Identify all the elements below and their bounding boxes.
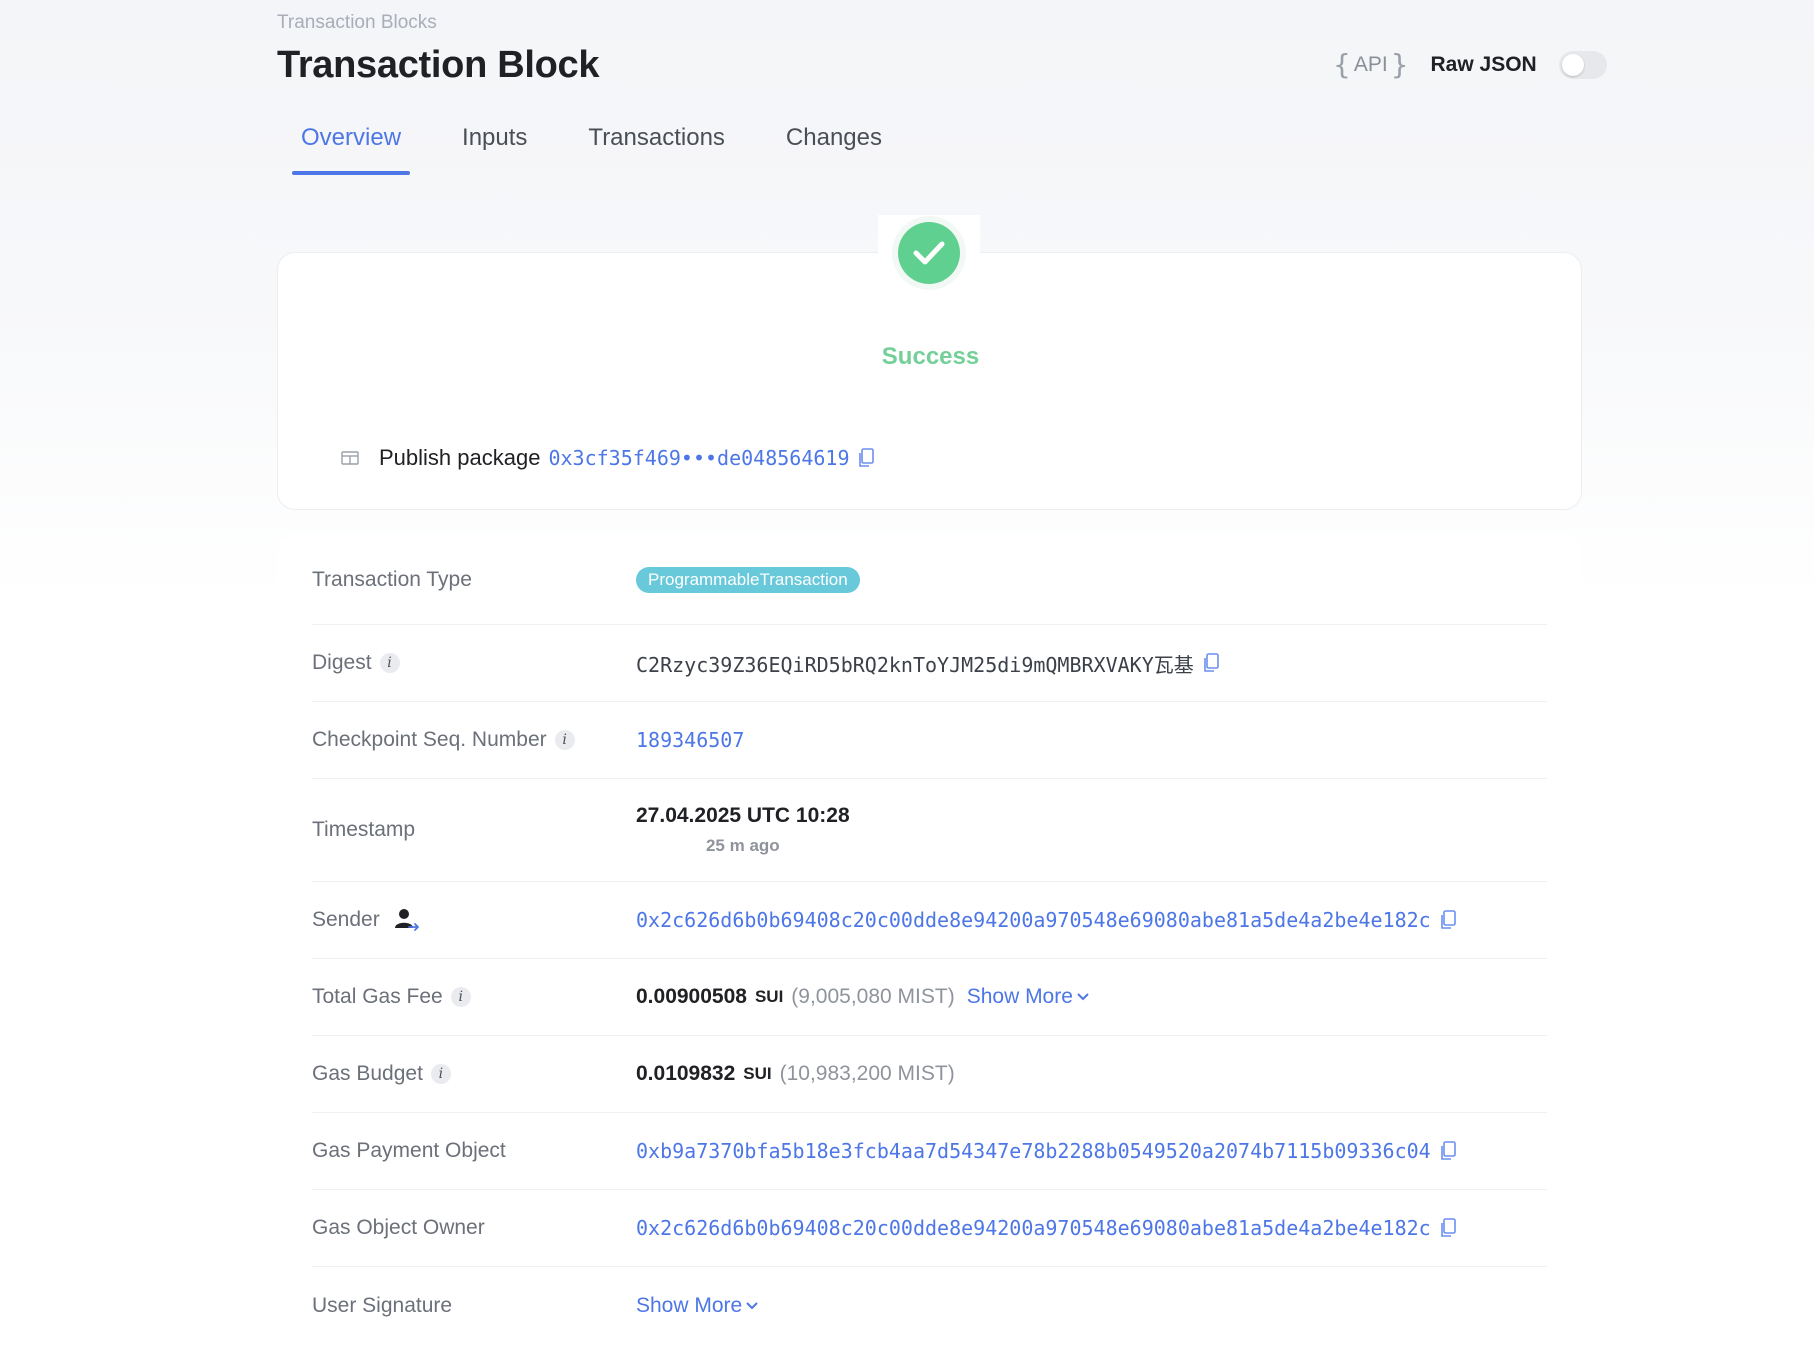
transaction-type-badge: ProgrammableTransaction <box>636 566 860 593</box>
sender-user-icon <box>394 909 419 931</box>
checkpoint-link[interactable]: 189346507 <box>636 728 744 752</box>
copy-icon[interactable] <box>1439 1218 1457 1238</box>
gas-budget-amount: 0.0109832 <box>636 1062 736 1085</box>
details-card: Transaction Type ProgrammableTransaction… <box>277 535 1582 1357</box>
row-timestamp: Timestamp 27.04.2025 UTC 10:28 25 m ago <box>312 779 1547 882</box>
info-icon[interactable]: i <box>450 987 471 1007</box>
tab-inputs[interactable]: Inputs <box>453 124 536 174</box>
chevron-down-icon <box>746 1301 758 1309</box>
digest-value: C2Rzyc39Z36EQiRD5bRQ2knToYJM25di9mQMBRXV… <box>636 652 1194 677</box>
tab-transactions[interactable]: Transactions <box>579 124 734 174</box>
tab-changes[interactable]: Changes <box>777 124 891 174</box>
publish-row: Publish package 0x3cf35f469•••de04856461… <box>341 445 875 471</box>
info-icon[interactable]: i <box>430 1064 451 1084</box>
api-button[interactable]: { API } <box>1333 51 1409 79</box>
label-total-gas-fee: Total Gas Fee i <box>312 985 636 1009</box>
row-gas-budget: Gas Budget i 0.0109832 SUI (10,983,200 MI… <box>312 1036 1547 1113</box>
tab-overview[interactable]: Overview <box>292 124 411 175</box>
total-gas-fee-unit: SUI <box>754 987 784 1006</box>
raw-json-toggle[interactable] <box>1558 51 1607 79</box>
api-label: API <box>1353 53 1388 76</box>
chevron-down-icon <box>1077 993 1089 1001</box>
row-gas-payment-object: Gas Payment Object 0xb9a7370bfa5b18e3fcb… <box>312 1113 1547 1190</box>
row-transaction-type: Transaction Type ProgrammableTransaction <box>312 535 1547 625</box>
total-gas-fee-amount: 0.00900508 <box>636 985 747 1008</box>
package-id-link[interactable]: 0x3cf35f469•••de048564619 <box>548 446 849 470</box>
header-actions: { API } Raw JSON <box>1333 48 1607 82</box>
gas-budget-mist: (10,983,200 MIST) <box>779 1062 955 1085</box>
label-gas-budget: Gas Budget i <box>312 1062 636 1086</box>
success-badge <box>898 222 960 284</box>
copy-icon[interactable] <box>1202 653 1220 673</box>
total-gas-fee-mist: (9,005,080 MIST) <box>791 985 955 1008</box>
tab-bar: Overview Inputs Transactions Changes <box>292 124 934 175</box>
copy-icon[interactable] <box>857 448 875 468</box>
gas-budget-unit: SUI <box>743 1064 772 1083</box>
row-gas-object-owner: Gas Object Owner 0x2c626d6b0b69408c20c00… <box>312 1190 1547 1267</box>
api-brace-left-icon: { <box>1333 48 1351 81</box>
toggle-knob <box>1561 54 1584 76</box>
sender-address-link[interactable]: 0x2c626d6b0b69408c20c00dde8e94200a970548… <box>636 908 1431 932</box>
user-signature-show-more[interactable]: Show More <box>636 1294 758 1318</box>
page: Transaction Blocks Transaction Block { A… <box>0 0 1814 1357</box>
total-gas-fee-show-more[interactable]: Show More <box>967 985 1089 1009</box>
info-icon[interactable]: i <box>554 730 575 750</box>
row-user-signature: User Signature Show More <box>312 1267 1547 1344</box>
check-icon <box>913 241 945 265</box>
copy-icon[interactable] <box>1439 910 1457 930</box>
api-brace-right-icon: } <box>1390 48 1409 81</box>
status-text: Success <box>881 343 980 370</box>
label-sender: Sender <box>312 907 636 933</box>
row-digest: Digest i C2Rzyc39Z36EQiRD5bRQ2knToYJM25di… <box>312 625 1547 702</box>
copy-icon[interactable] <box>1439 1141 1457 1161</box>
label-gas-payment-object: Gas Payment Object <box>312 1139 506 1162</box>
label-checkpoint: Checkpoint Seq. Number i <box>312 728 636 752</box>
gas-object-owner-link[interactable]: 0x2c626d6b0b69408c20c00dde8e94200a970548… <box>636 1216 1431 1240</box>
page-title: Transaction Block <box>277 44 600 86</box>
info-icon[interactable]: i <box>379 653 400 673</box>
publish-label: Publish package <box>379 445 541 470</box>
row-total-gas-fee: Total Gas Fee i 0.00900508 SUI (9,005,080… <box>312 959 1547 1036</box>
timestamp-relative: 25 m ago <box>705 836 780 855</box>
label-timestamp: Timestamp <box>312 818 416 841</box>
label-gas-object-owner: Gas Object Owner <box>312 1216 485 1239</box>
label-user-signature: User Signature <box>312 1293 453 1317</box>
package-icon <box>341 451 359 465</box>
gas-payment-object-link[interactable]: 0xb9a7370bfa5b18e3fcb4aa7d54347e78b2288b… <box>636 1139 1431 1163</box>
label-transaction-type: Transaction Type <box>312 567 472 591</box>
row-checkpoint: Checkpoint Seq. Number i 189346507 <box>312 702 1547 779</box>
breadcrumb[interactable]: Transaction Blocks <box>277 12 437 34</box>
label-digest: Digest i <box>312 651 636 675</box>
timestamp-value: 27.04.2025 UTC 10:28 <box>636 804 850 827</box>
row-sender: Sender 0x2c626d6b0b69408c20c00dde8e94200… <box>312 882 1547 959</box>
raw-json-label: Raw JSON <box>1430 53 1537 76</box>
